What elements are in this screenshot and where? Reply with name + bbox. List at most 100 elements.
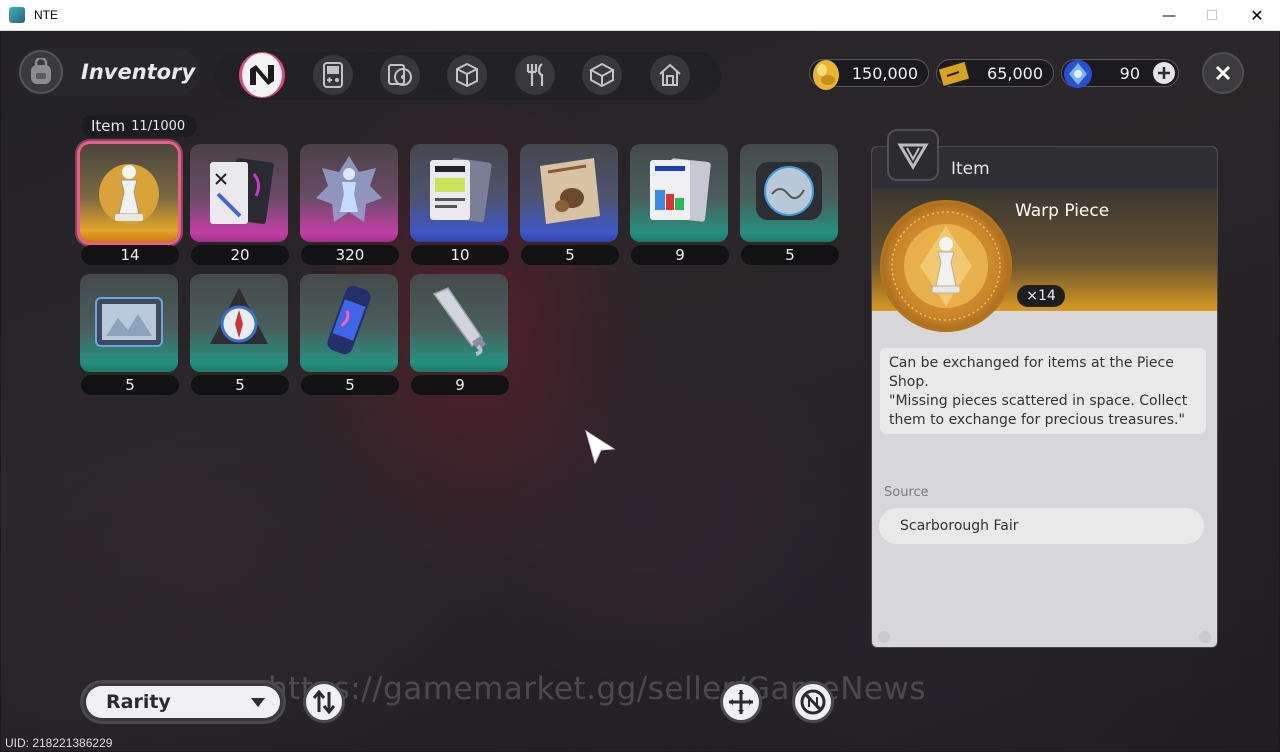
item-count-value: 11/1000: [131, 118, 186, 134]
inventory-item[interactable]: 5: [740, 144, 839, 266]
item-card: [80, 144, 178, 242]
window-title: NTE: [34, 8, 58, 22]
item-quantity: 5: [741, 245, 839, 265]
currency-ticket: 65,000: [936, 59, 1054, 88]
turntable-icon: [756, 162, 822, 220]
item-count: Item 11/1000: [81, 115, 197, 137]
item-card: [520, 144, 618, 242]
currency-gold: 150,000: [809, 59, 929, 90]
inventory-item[interactable]: 5: [300, 274, 399, 396]
inventory-item[interactable]: 9: [630, 144, 729, 266]
inventory-item[interactable]: 9: [410, 274, 509, 396]
can-icon: [327, 285, 371, 355]
gameboy-icon: [313, 55, 353, 95]
package-icon: [582, 55, 622, 95]
window-close-button[interactable]: ✕: [1234, 0, 1280, 31]
inventory-item[interactable]: 14: [80, 144, 179, 266]
user-id: UID: 218221386229: [5, 736, 113, 750]
paint-tube-icon: [432, 287, 486, 356]
discs-icon: [380, 55, 420, 95]
window-titlebar: NTE — ☐ ✕: [0, 0, 1280, 31]
cutlery-icon: [515, 55, 555, 95]
tab-all-items[interactable]: [239, 52, 285, 98]
currency-gold-value: 150,000: [851, 63, 918, 83]
currency-crystal-value: 90: [1119, 63, 1140, 83]
item-card: [300, 144, 398, 242]
item-card: [190, 144, 288, 242]
item-quantity: 320: [301, 245, 399, 265]
item-card: [190, 274, 288, 372]
compass-icon: [210, 288, 268, 344]
warp-piece-medal-icon: [880, 200, 1012, 332]
ticket-icon: [935, 57, 973, 95]
item-quantity: 5: [301, 375, 399, 395]
chess-knight-icon: [99, 164, 159, 224]
detail-category: Item: [951, 159, 990, 179]
add-crystal-button[interactable]: [1153, 62, 1175, 84]
tab-food[interactable]: [512, 52, 558, 98]
mouse-cursor-icon: [585, 429, 616, 465]
cube-icon: [447, 55, 487, 95]
sort-rarity-dropdown[interactable]: Rarity: [80, 680, 286, 724]
item-detail-panel: Item Warp Piece ×14 Can be exchanged for…: [871, 146, 1218, 648]
plus-icon: [1158, 67, 1170, 79]
app-icon: [9, 7, 25, 23]
item-quantity: 5: [521, 245, 619, 265]
tab-home[interactable]: [647, 52, 693, 98]
currency-ticket-value: 65,000: [987, 63, 1043, 83]
category-tab-bar: [215, 52, 721, 100]
detail-item-quantity: ×14: [1017, 285, 1065, 307]
sort-order-button[interactable]: [303, 681, 345, 723]
tab-gameboy[interactable]: [310, 52, 356, 98]
document-cards-icon: [210, 158, 274, 224]
item-card: [740, 144, 838, 242]
chevron-down-icon: [251, 698, 265, 707]
blue-crystal-icon: [1060, 56, 1096, 96]
panel-corner-dot: [878, 631, 890, 643]
inventory-item[interactable]: 5: [190, 274, 289, 396]
maximize-button[interactable]: ☐: [1189, 0, 1235, 31]
description-line-2: "Missing pieces scattered in space. Coll…: [889, 393, 1188, 428]
minimize-button[interactable]: —: [1146, 0, 1192, 31]
detail-item-name: Warp Piece: [1015, 201, 1110, 221]
n-logo-icon: [242, 53, 282, 97]
item-category-label: Item: [91, 117, 126, 135]
item-card: [630, 144, 728, 242]
snack-bag-icon: [540, 158, 600, 224]
item-card: [80, 274, 178, 372]
item-quantity: 5: [81, 375, 179, 395]
item-card: [410, 144, 508, 242]
item-quantity: 20: [191, 245, 289, 265]
tab-materials[interactable]: [444, 52, 490, 98]
item-quantity: 9: [411, 375, 509, 395]
expand-button[interactable]: [720, 681, 762, 723]
inventory-item[interactable]: 320: [300, 144, 399, 266]
item-quantity: 10: [411, 245, 509, 265]
currency-crystal: 90: [1061, 59, 1179, 88]
home-icon: [650, 55, 690, 95]
no-entry-icon: [800, 689, 826, 715]
inventory-item[interactable]: 5: [80, 274, 179, 396]
discard-button[interactable]: [792, 681, 834, 723]
sort-arrows-icon: [312, 689, 336, 715]
item-card: [410, 274, 508, 372]
backpack-icon: [19, 50, 63, 94]
gold-egg-icon: [808, 56, 844, 96]
panel-corner-dot: [1199, 631, 1211, 643]
inventory-item[interactable]: 10: [410, 144, 509, 266]
tab-discs[interactable]: [377, 52, 423, 98]
detail-description: Can be exchanged for items at the Piece …: [880, 348, 1206, 434]
close-icon: [1215, 65, 1231, 81]
page-title: Inventory: [81, 60, 196, 84]
inventory-header: Inventory: [16, 48, 200, 96]
item-category-tag-icon: [887, 129, 939, 181]
source-link[interactable]: Scarborough Fair: [879, 508, 1204, 544]
tab-packages[interactable]: [579, 52, 625, 98]
item-quantity: 5: [191, 375, 289, 395]
item-card: [300, 274, 398, 372]
inventory-item[interactable]: 20: [190, 144, 289, 266]
description-line-1: Can be exchanged for items at the Piece …: [889, 355, 1174, 390]
inventory-item[interactable]: 5: [520, 144, 619, 266]
crystal-chess-icon: [316, 156, 382, 222]
close-inventory-button[interactable]: [1202, 52, 1244, 94]
